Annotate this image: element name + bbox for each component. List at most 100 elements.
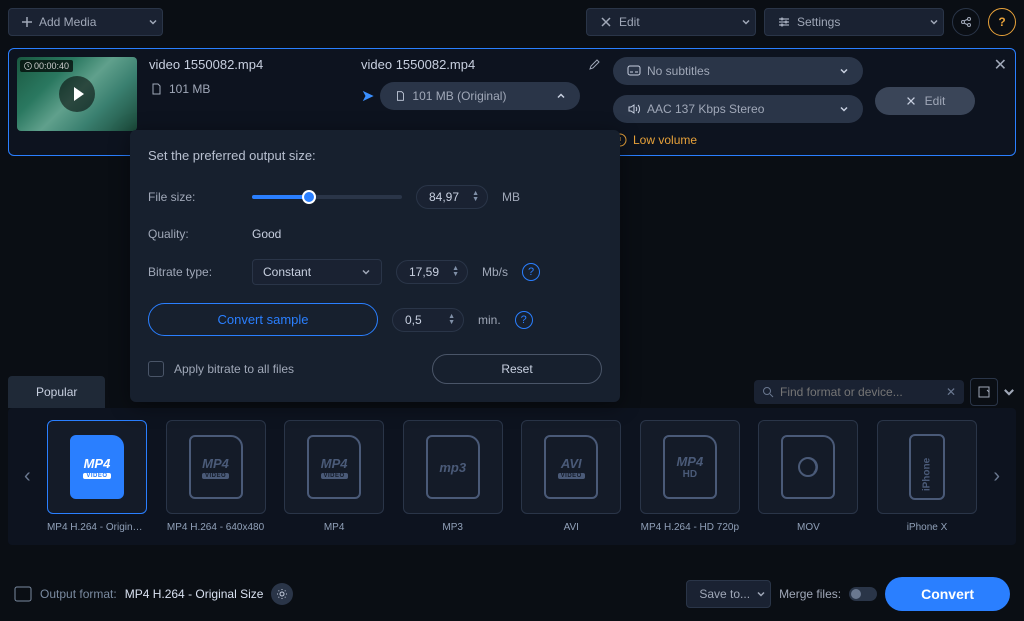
output-size-text: 101 MB (Original): [412, 89, 506, 103]
subtitles-dropdown[interactable]: No subtitles: [613, 57, 863, 85]
chevron-down-icon: [839, 66, 849, 76]
format-card[interactable]: MP4VIDEOMP4: [282, 420, 387, 533]
play-icon: [74, 87, 84, 101]
output-format-label: Output format:: [40, 587, 117, 601]
output-size-dropdown[interactable]: 101 MB (Original): [380, 82, 580, 110]
convert-button[interactable]: Convert: [885, 577, 1010, 611]
sample-length-value: 0,5: [405, 313, 422, 327]
output-settings-button[interactable]: [271, 583, 293, 605]
format-label: iPhone X: [877, 522, 977, 533]
save-icon: [977, 385, 991, 399]
bitrate-help[interactable]: ?: [522, 263, 540, 281]
apply-all-checkbox[interactable]: [148, 361, 164, 377]
format-card[interactable]: MP4VIDEOMP4 H.264 - Original ...: [45, 420, 150, 533]
sample-stepper[interactable]: ▲▼: [448, 314, 455, 326]
pencil-icon[interactable]: [587, 58, 601, 72]
duration-badge: 00:00:40: [20, 60, 73, 72]
question-icon: ?: [998, 15, 1005, 29]
search-input[interactable]: [780, 385, 940, 399]
arrow-icon: ➤: [361, 86, 374, 106]
add-media-button[interactable]: Add Media: [8, 8, 163, 36]
add-media-label: Add Media: [39, 15, 96, 29]
chevron-down-icon: [361, 267, 371, 277]
clock-icon: [24, 62, 32, 70]
format-card[interactable]: MP4VIDEOMP4 H.264 - 640x480: [163, 420, 268, 533]
filesize-value: 84,97: [429, 190, 459, 204]
sample-length-input[interactable]: 0,5 ▲▼: [392, 308, 464, 332]
video-thumbnail[interactable]: 00:00:40: [17, 57, 137, 131]
chevron-down-icon: [741, 17, 751, 27]
edit-file-button[interactable]: Edit: [875, 87, 975, 115]
warning-text: Low volume: [633, 133, 697, 147]
play-button[interactable]: [59, 76, 95, 112]
bitrate-type-select[interactable]: Constant: [252, 259, 382, 285]
bitrate-unit: Mb/s: [482, 265, 508, 279]
panel-title: Set the preferred output size:: [148, 148, 602, 163]
bitrate-stepper[interactable]: ▲▼: [452, 266, 459, 278]
format-label: MP4 H.264 - Original ...: [47, 522, 147, 533]
format-label: MP3: [403, 522, 503, 533]
format-card[interactable]: AVIVIDEOAVI: [519, 420, 624, 533]
duration-text: 00:00:40: [34, 61, 69, 71]
quality-value: Good: [252, 227, 281, 241]
share-icon: [959, 15, 973, 29]
quality-label: Quality:: [148, 227, 238, 241]
chevron-up-icon: [556, 91, 566, 101]
formats-prev[interactable]: ‹: [16, 457, 39, 496]
bitrate-type-label: Bitrate type:: [148, 265, 238, 279]
format-label: MOV: [758, 522, 858, 533]
format-search[interactable]: ✕: [754, 380, 964, 404]
format-card[interactable]: MOV: [756, 420, 861, 533]
subtitles-text: No subtitles: [647, 64, 710, 78]
format-card[interactable]: iPhoneiPhone X: [875, 420, 980, 533]
convert-sample-button[interactable]: Convert sample: [148, 303, 378, 336]
output-format-value: MP4 H.264 - Original Size: [125, 587, 264, 601]
share-button[interactable]: [952, 8, 980, 36]
format-label: MP4: [284, 522, 384, 533]
output-filename: video 1550082.mp4: [361, 57, 581, 72]
tools-icon: [905, 95, 917, 107]
chevron-down-icon: [1002, 385, 1016, 399]
format-card[interactable]: mp3MP3: [400, 420, 505, 533]
help-button[interactable]: ?: [988, 8, 1016, 36]
collapse-formats-button[interactable]: [1002, 385, 1016, 399]
filesize-slider[interactable]: [252, 195, 402, 199]
merge-toggle[interactable]: [849, 587, 877, 601]
apply-all-label: Apply bitrate to all files: [174, 362, 294, 376]
tools-icon: [599, 15, 613, 29]
reset-button[interactable]: Reset: [432, 354, 602, 384]
settings-dropdown[interactable]: Settings: [764, 8, 944, 36]
sample-help[interactable]: ?: [515, 311, 533, 329]
format-card[interactable]: MP4HDMP4 H.264 - HD 720p: [638, 420, 743, 533]
save-preset-button[interactable]: [970, 378, 998, 406]
bitrate-value: 17,59: [409, 265, 439, 279]
close-file-button[interactable]: ✕: [994, 55, 1007, 75]
audio-dropdown[interactable]: AAC 137 Kbps Stereo: [613, 95, 863, 123]
save-to-label: Save to...: [699, 587, 750, 601]
clear-search-icon[interactable]: ✕: [946, 385, 956, 399]
bitrate-type-value: Constant: [263, 265, 311, 279]
filesize-input[interactable]: 84,97 ▲▼: [416, 185, 488, 209]
format-label: MP4 H.264 - 640x480: [166, 522, 266, 533]
formats-next[interactable]: ›: [985, 457, 1008, 496]
format-label: AVI: [521, 522, 621, 533]
source-filename: video 1550082.mp4: [149, 57, 349, 72]
merge-label: Merge files:: [779, 587, 841, 601]
edit-dropdown[interactable]: Edit: [586, 8, 756, 36]
file-icon: [394, 90, 406, 102]
chevron-down-icon: [148, 17, 158, 27]
filesize-stepper[interactable]: ▲▼: [472, 191, 479, 203]
bitrate-input[interactable]: 17,59 ▲▼: [396, 260, 468, 284]
edit-label: Edit: [619, 15, 640, 29]
sliders-icon: [777, 15, 791, 29]
chevron-down-icon: [756, 589, 766, 599]
format-label: MP4 H.264 - HD 720p: [640, 522, 740, 533]
tab-popular[interactable]: Popular: [8, 376, 105, 408]
search-icon: [762, 386, 774, 398]
source-size: 101 MB: [169, 82, 210, 96]
file-icon: [149, 82, 163, 96]
save-to-dropdown[interactable]: Save to...: [686, 580, 771, 608]
plus-icon: [21, 16, 33, 28]
output-size-panel: Set the preferred output size: File size…: [130, 130, 620, 402]
filesize-unit: MB: [502, 190, 520, 204]
